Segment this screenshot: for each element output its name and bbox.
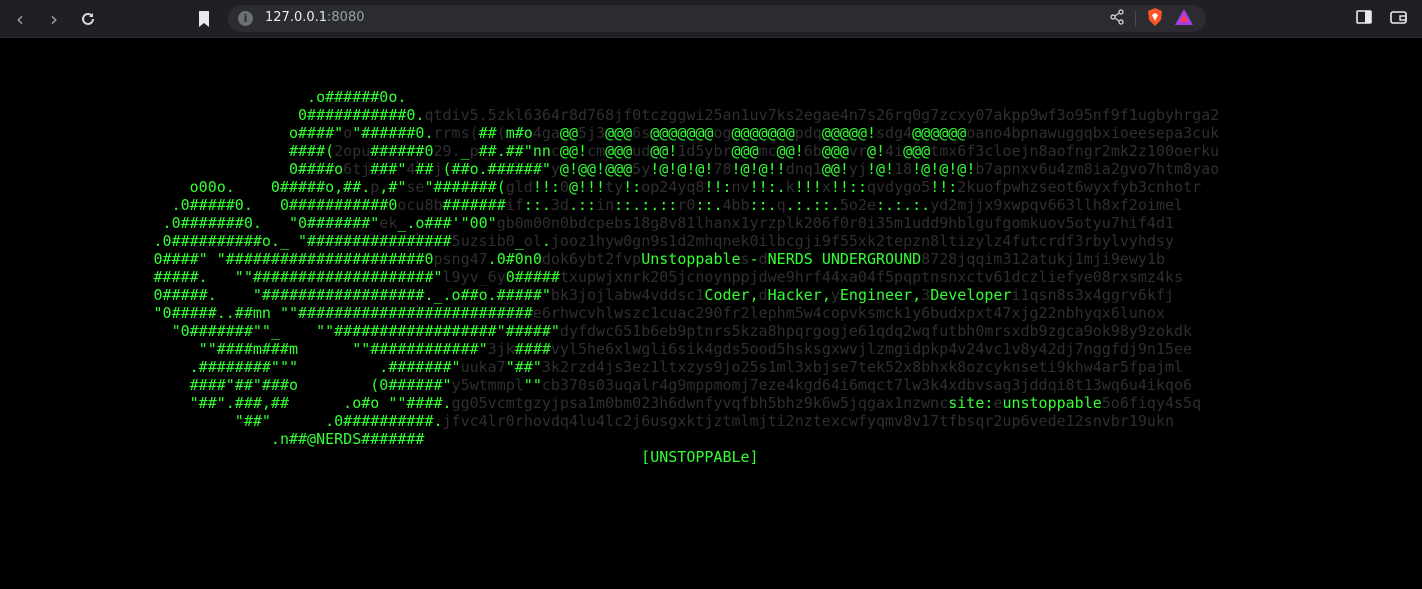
reload-icon[interactable] xyxy=(75,6,101,32)
bookmark-icon[interactable] xyxy=(194,9,214,29)
separator xyxy=(1135,11,1136,27)
brave-shields-icon[interactable] xyxy=(1146,7,1164,31)
sidebar-icon[interactable] xyxy=(1356,9,1372,29)
url-port: :8080 xyxy=(327,10,365,25)
ascii-art-banner: .o######0o. 0###########0.qtdiv5.5zkl636… xyxy=(0,88,1220,466)
toolbar-right xyxy=(1356,9,1408,29)
page-content: .o######0o. 0###########0.qtdiv5.5zkl636… xyxy=(0,38,1422,589)
url-host: 127.0.0.1 xyxy=(265,10,328,25)
address-bar-actions xyxy=(1109,7,1194,31)
brave-rewards-icon[interactable] xyxy=(1174,8,1194,30)
forward-icon[interactable]: › xyxy=(41,6,67,32)
back-icon[interactable]: ‹ xyxy=(7,6,33,32)
share-icon[interactable] xyxy=(1109,9,1125,29)
address-bar[interactable]: i 127.0.0.1:8080 xyxy=(228,5,1206,32)
site-info-icon[interactable]: i xyxy=(238,11,253,26)
wallet-icon[interactable] xyxy=(1390,9,1408,29)
url-text[interactable]: 127.0.0.1:8080 xyxy=(265,10,365,25)
browser-toolbar: ‹ › i 127.0.0.1:8080 xyxy=(0,0,1422,38)
